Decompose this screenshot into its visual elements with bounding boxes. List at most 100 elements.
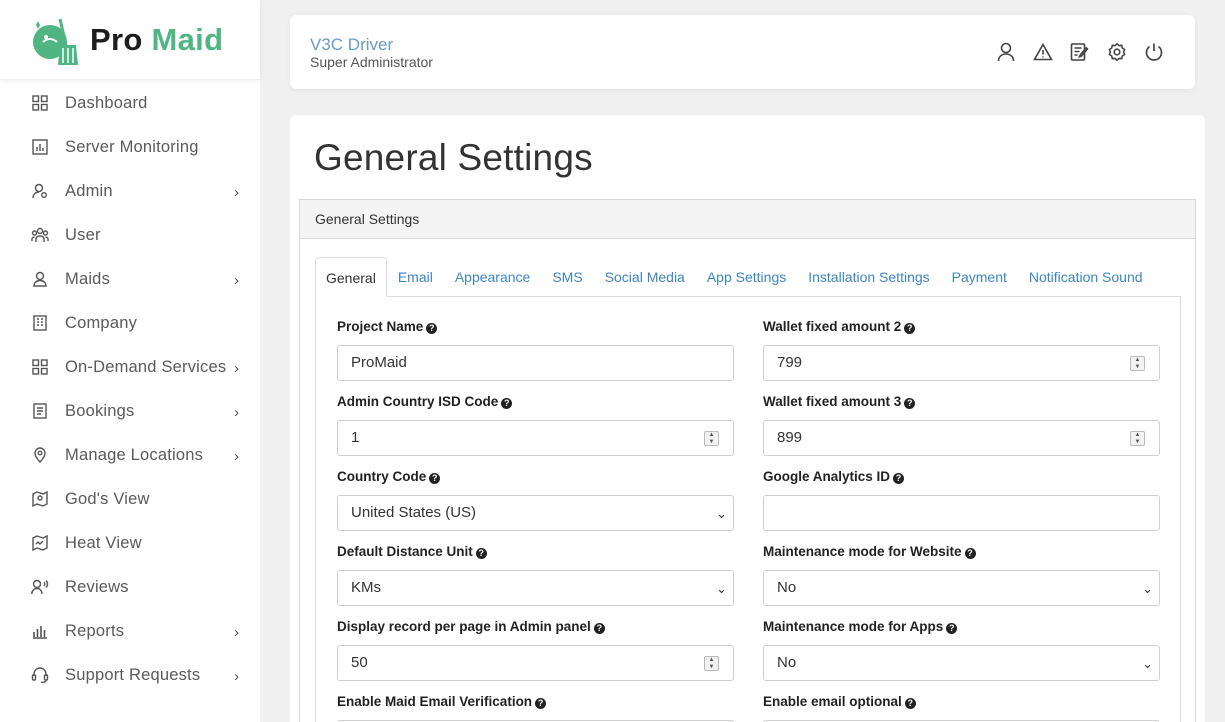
sidebar-item-support-requests[interactable]: Support Requests › (0, 653, 260, 697)
chart-icon (31, 138, 49, 156)
sidebar-item-reviews[interactable]: Reviews (0, 565, 260, 609)
chevron-right-icon: › (234, 668, 239, 685)
broom-logo-icon (30, 15, 80, 65)
dashboard-icon (31, 94, 49, 112)
admin-isd-field: Admin Country ISD Code? 1 ▲ ▼ (337, 394, 734, 456)
input-value: 899 (777, 429, 803, 446)
tab-notification-sound[interactable]: Notification Sound (1018, 257, 1154, 297)
records-per-page-input[interactable]: 50 ▲ ▼ (337, 645, 734, 681)
brand-name: Pro Maid (90, 22, 223, 58)
sidebar-item-label: God's View (65, 489, 150, 508)
sidebar-item-label: Manage Locations (65, 445, 204, 464)
maintenance-website-field: Maintenance mode for Website? No ⌄ (763, 544, 1160, 606)
sidebar-item-maids[interactable]: Maids › (0, 257, 260, 301)
distance-unit-select[interactable]: KMs ⌄ (337, 570, 734, 606)
sidebar-item-label: Bookings (65, 401, 135, 420)
project-name-input[interactable]: ProMaid (337, 345, 734, 381)
sidebar-item-reports[interactable]: Reports › (0, 609, 260, 653)
brand-pro: Pro (90, 21, 143, 57)
number-spinner-icon[interactable]: ▲ ▼ (1130, 356, 1145, 371)
help-icon[interactable]: ? (593, 623, 605, 634)
country-code-select[interactable]: United States (US) ⌄ (337, 495, 734, 531)
records-per-page-field: Display record per page in Admin panel? … (337, 619, 734, 681)
help-icon[interactable]: ? (904, 323, 916, 334)
sidebar-item-label: Reviews (65, 577, 129, 596)
help-icon[interactable]: ? (904, 698, 916, 709)
maintenance-apps-select[interactable]: No ⌄ (763, 645, 1160, 681)
help-icon[interactable]: ? (475, 548, 487, 559)
tab-general[interactable]: General (315, 257, 387, 297)
chevron-down-icon: ⌄ (1142, 581, 1153, 596)
help-icon[interactable]: ? (501, 398, 513, 409)
general-tab-content: Project Name? ProMaid Admin Country ISD … (315, 296, 1181, 722)
field-label: Display record per page in Admin panel? (337, 619, 734, 639)
field-label: Enable email optional? (763, 694, 1160, 714)
tab-payment[interactable]: Payment (941, 257, 1018, 297)
brand-logo[interactable]: Pro Maid (0, 0, 260, 80)
field-label: Google Analytics ID? (763, 469, 1160, 489)
help-icon[interactable]: ? (964, 548, 976, 559)
headset-icon (31, 666, 49, 684)
help-icon[interactable]: ? (904, 398, 916, 409)
number-spinner-icon[interactable]: ▲ ▼ (704, 656, 719, 671)
sidebar-item-user[interactable]: User (0, 213, 260, 257)
power-icon[interactable] (1143, 41, 1165, 63)
select-value: No (777, 579, 797, 596)
sidebar-item-label: Server Monitoring (65, 137, 199, 156)
tab-installation-settings[interactable]: Installation Settings (797, 257, 940, 297)
settings-panel: General Settings General Email Appearanc… (299, 199, 1196, 722)
settings-tabs: General Email Appearance SMS Social Medi… (315, 257, 1181, 297)
sidebar: Pro Maid Dashboard Server Monitoring Adm… (0, 0, 260, 722)
edit-note-icon[interactable] (1069, 41, 1091, 63)
sidebar-item-heat-view[interactable]: Heat View (0, 521, 260, 565)
profile-icon[interactable] (995, 41, 1017, 63)
warning-icon[interactable] (1032, 41, 1054, 63)
sidebar-item-admin[interactable]: Admin › (0, 169, 260, 213)
field-label-text: Project Name (337, 319, 424, 334)
chevron-right-icon: › (234, 272, 239, 289)
number-spinner-icon[interactable]: ▲ ▼ (1130, 431, 1145, 446)
sidebar-item-on-demand-services[interactable]: On-Demand Services › (0, 345, 260, 389)
sidebar-item-label: Heat View (65, 533, 142, 552)
field-label-text: Wallet fixed amount 3 (763, 394, 902, 409)
tab-app-settings[interactable]: App Settings (696, 257, 797, 297)
field-label: Maintenance mode for Website? (763, 544, 1160, 564)
sidebar-item-company[interactable]: Company (0, 301, 260, 345)
wallet-amount-3-input[interactable]: 899 ▲ ▼ (763, 420, 1160, 456)
tab-email[interactable]: Email (387, 257, 444, 297)
sidebar-item-dashboard[interactable]: Dashboard (0, 81, 260, 125)
distance-unit-field: Default Distance Unit? KMs ⌄ (337, 544, 734, 606)
tab-sms[interactable]: SMS (541, 257, 593, 297)
google-analytics-input[interactable] (763, 495, 1160, 531)
help-icon[interactable]: ? (946, 623, 958, 634)
reviews-icon (31, 578, 49, 596)
person-icon (31, 270, 49, 288)
sidebar-item-bookings[interactable]: Bookings › (0, 389, 260, 433)
sidebar-item-server-monitoring[interactable]: Server Monitoring (0, 125, 260, 169)
email-optional-field: Enable email optional? (763, 694, 1160, 722)
settings-icon[interactable] (1106, 41, 1128, 63)
tab-social-media[interactable]: Social Media (594, 257, 696, 297)
field-label: Wallet fixed amount 2? (763, 319, 1160, 339)
maintenance-website-select[interactable]: No ⌄ (763, 570, 1160, 606)
field-label: Wallet fixed amount 3? (763, 394, 1160, 414)
help-icon[interactable]: ? (535, 698, 547, 709)
field-label-text: Default Distance Unit (337, 544, 473, 559)
help-icon[interactable]: ? (429, 473, 441, 484)
sidebar-item-manage-locations[interactable]: Manage Locations › (0, 433, 260, 477)
user-name[interactable]: V3C Driver (310, 35, 393, 55)
field-label: Admin Country ISD Code? (337, 394, 734, 414)
admin-isd-input[interactable]: 1 ▲ ▼ (337, 420, 734, 456)
chevron-down-icon: ⌄ (716, 506, 727, 521)
help-icon[interactable]: ? (426, 323, 438, 334)
field-label-text: Enable email optional (763, 694, 902, 709)
reports-icon (31, 622, 49, 640)
help-icon[interactable]: ? (893, 473, 905, 484)
sidebar-item-label: Dashboard (65, 93, 148, 112)
tab-appearance[interactable]: Appearance (444, 257, 542, 297)
map-person-icon (31, 490, 49, 508)
number-spinner-icon[interactable]: ▲ ▼ (704, 431, 719, 446)
wallet-amount-2-input[interactable]: 799 ▲ ▼ (763, 345, 1160, 381)
company-icon (31, 314, 49, 332)
sidebar-item-gods-view[interactable]: God's View (0, 477, 260, 521)
